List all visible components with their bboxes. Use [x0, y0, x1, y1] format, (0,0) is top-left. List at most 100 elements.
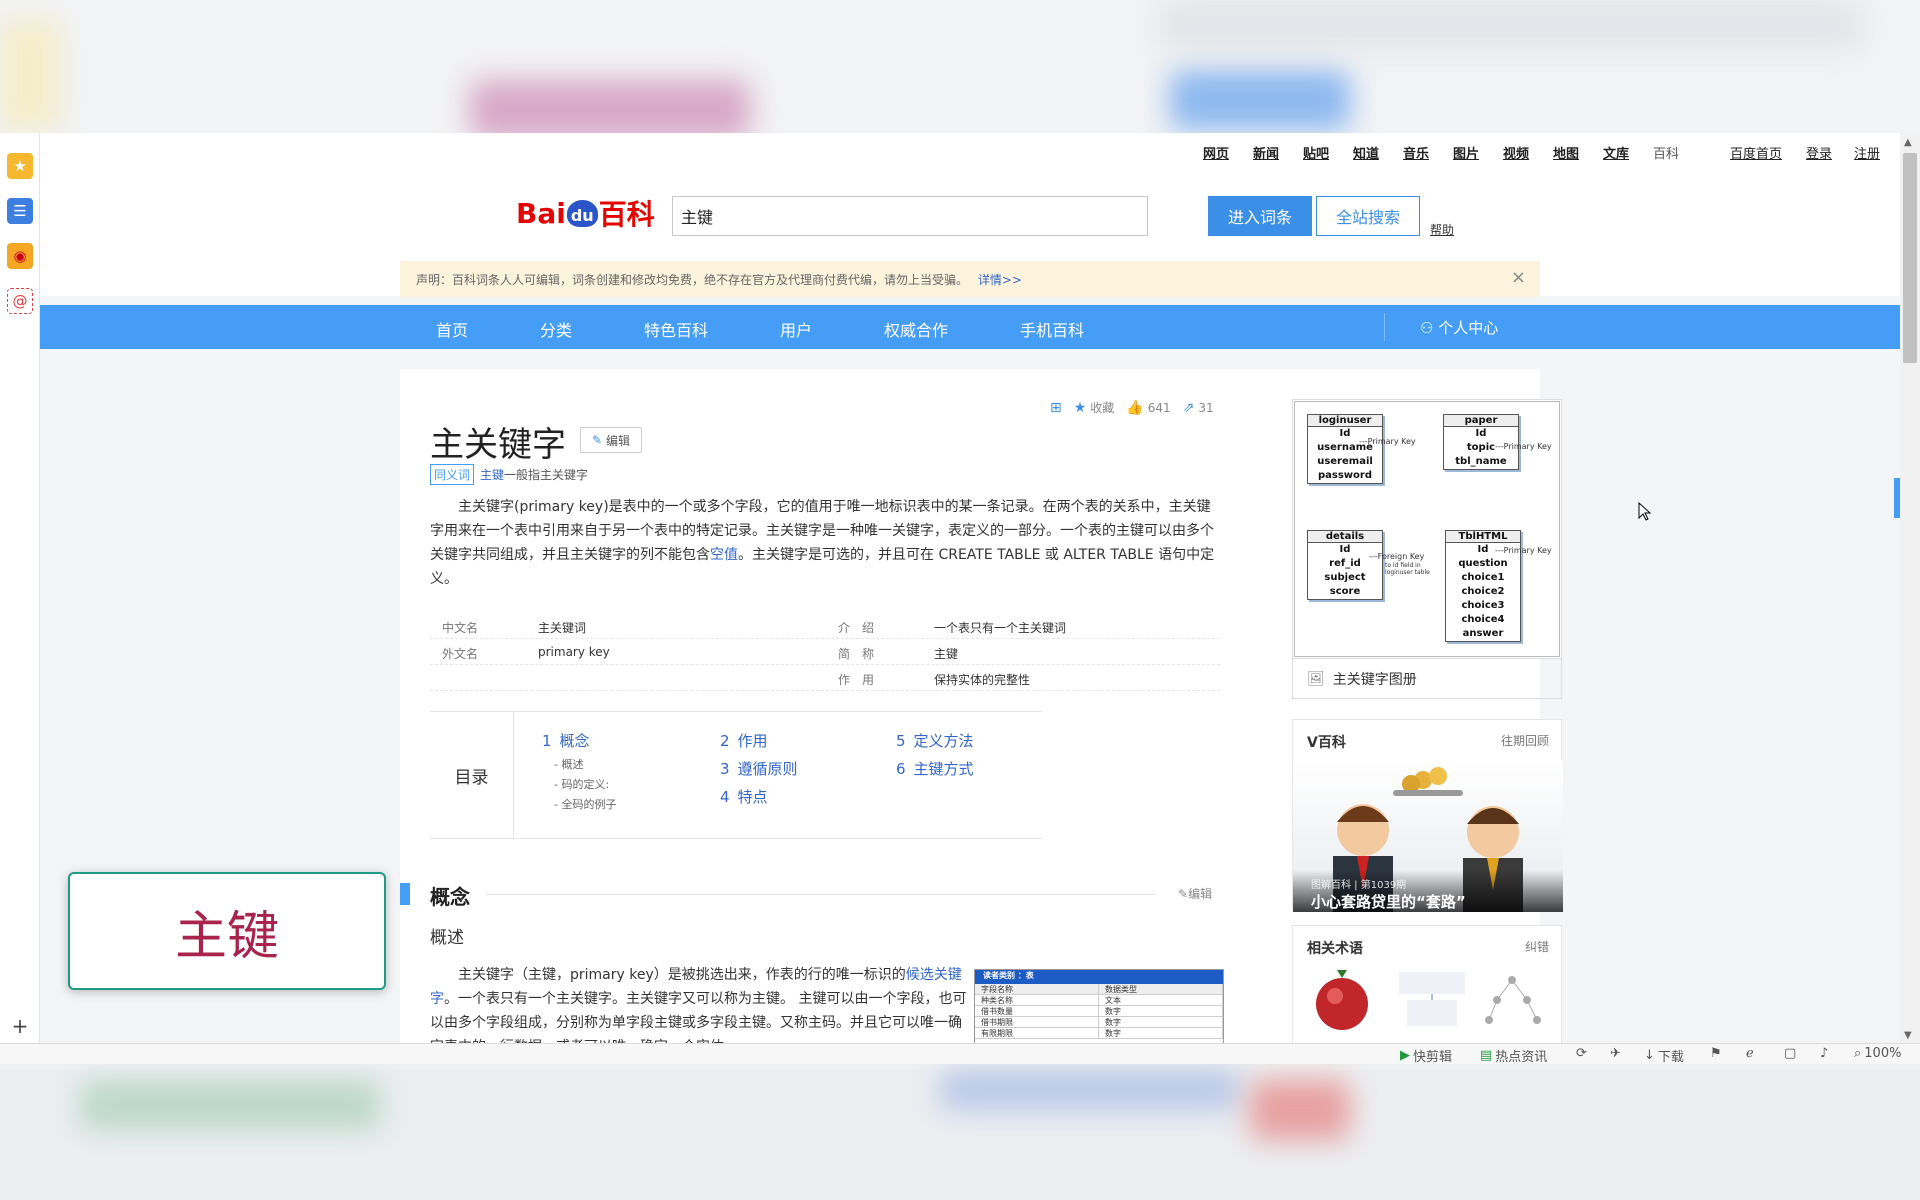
- share-count: 31: [1198, 400, 1214, 415]
- nav-users[interactable]: 用户: [780, 317, 812, 341]
- nav-link-tieba[interactable]: 贴吧: [1303, 143, 1329, 162]
- page-title: 主关键字: [430, 425, 566, 465]
- volume-icon[interactable]: ♪: [1820, 1046, 1828, 1061]
- synonym-link[interactable]: 主键: [480, 468, 504, 482]
- download-button[interactable]: ↓ 下载: [1644, 1046, 1684, 1065]
- report-error-link[interactable]: 纠错: [1525, 938, 1549, 955]
- register-link[interactable]: 注册: [1854, 143, 1880, 162]
- login-link[interactable]: 登录: [1806, 143, 1832, 162]
- nav-link-webpage[interactable]: 网页: [1203, 143, 1229, 162]
- flag-icon[interactable]: ⚑: [1710, 1046, 1722, 1061]
- toc-text: 定义方法: [913, 732, 974, 750]
- toc-subitem[interactable]: - 全码的例子: [554, 796, 616, 812]
- primary-key-note: ---Primary Key: [1495, 442, 1552, 451]
- floating-keyword-card[interactable]: 主键: [68, 872, 386, 990]
- entity-title: TblHTML: [1446, 531, 1520, 543]
- collect-button[interactable]: ★ 收藏: [1074, 399, 1115, 416]
- edit-label: 编辑: [606, 433, 631, 448]
- speed-icon[interactable]: ✈: [1610, 1046, 1621, 1061]
- favorites-icon[interactable]: ★: [7, 153, 33, 179]
- info-key: 中文名: [442, 621, 479, 635]
- toc-subitem[interactable]: - 概述: [554, 756, 583, 772]
- mail-icon[interactable]: @: [7, 288, 33, 314]
- ie-icon[interactable]: ℯ: [1746, 1046, 1754, 1061]
- news-icon: ▤: [1480, 1048, 1493, 1063]
- add-button[interactable]: ⊞: [1050, 399, 1062, 416]
- nav-category[interactable]: 分类: [540, 317, 572, 341]
- toc-num: 3: [720, 760, 730, 778]
- nav-link-news[interactable]: 新闻: [1253, 143, 1279, 162]
- page-scrollbar[interactable]: ▲ ▼: [1900, 133, 1920, 1046]
- section-title: 概念: [430, 885, 470, 909]
- close-icon[interactable]: ×: [1511, 267, 1526, 288]
- edit-button[interactable]: ✎ 编辑: [580, 427, 642, 453]
- toc-item[interactable]: 1 概念: [542, 730, 590, 751]
- nav-link-video[interactable]: 视频: [1503, 143, 1529, 162]
- nav-link-music[interactable]: 音乐: [1403, 143, 1429, 162]
- nav-featured[interactable]: 特色百科: [644, 317, 708, 341]
- baidu-home-link[interactable]: 百度首页: [1730, 143, 1782, 162]
- foreign-key-note: ---Foreign Key: [1369, 552, 1425, 561]
- toc-item[interactable]: 6 主键方式: [896, 758, 974, 779]
- share-button[interactable]: ⇗ 31: [1183, 399, 1214, 416]
- section-edit-button[interactable]: ✎编辑: [1178, 885, 1212, 902]
- table-image-cell: 数字: [1099, 1028, 1223, 1038]
- background-blur: [1160, 0, 1860, 50]
- nav-link-images[interactable]: 图片: [1453, 143, 1479, 162]
- window-icon[interactable]: ▢: [1784, 1046, 1796, 1061]
- notice-banner: 声明：百科词条人人可编辑，词条创建和修改均免费，绝不存在官方及代理商付费代编，请…: [400, 261, 1540, 297]
- help-link[interactable]: 帮助: [1430, 221, 1454, 238]
- refresh-icon[interactable]: ⟳: [1576, 1046, 1587, 1061]
- table-design-image[interactable]: 读者类别 ：表 字段名称 数据类型 种类名称 文本 借书数量 数字 借书期限 数字 有限…: [974, 969, 1224, 1046]
- toc-num: 4: [720, 788, 730, 806]
- table-image-cell: 文本: [1099, 995, 1223, 1005]
- toc-item[interactable]: 3 遵循原则: [720, 758, 798, 779]
- zoom-control[interactable]: ⌕ 100%: [1854, 1046, 1901, 1061]
- nav-link-zhidao[interactable]: 知道: [1353, 143, 1379, 162]
- info-value: 保持实体的完整性: [934, 673, 1031, 687]
- notice-details-link[interactable]: 详情>>: [978, 273, 1022, 287]
- search-input[interactable]: [672, 196, 1148, 236]
- primary-key-note: ---Primary Key: [1359, 437, 1416, 446]
- hot-news-button[interactable]: ▤ 热点资讯: [1480, 1046, 1547, 1065]
- v-baike-more-link[interactable]: 往期回顾: [1501, 732, 1549, 749]
- toc-subitem[interactable]: - 码的定义:: [554, 776, 609, 792]
- nav-link-wenku[interactable]: 文库: [1603, 143, 1629, 162]
- background-blur: [0, 20, 60, 130]
- scroll-up-icon[interactable]: ▲: [1904, 137, 1912, 148]
- like-button[interactable]: 👍 641: [1126, 399, 1170, 416]
- v-baike-panel: V百科 往期回顾 图解百科 | 第1039期 小心套路贷里的“套路”: [1292, 719, 1563, 912]
- toc-item[interactable]: 2 作用: [720, 730, 768, 751]
- logo-baike: 百科: [598, 198, 655, 231]
- album-thumbnail[interactable]: loginuser Id username useremail password…: [1292, 399, 1562, 659]
- table-image-cell: 借书期限: [975, 1017, 1099, 1027]
- entity-field: choice1: [1461, 572, 1505, 583]
- video-clip-button[interactable]: ▶ 快剪辑: [1400, 1046, 1452, 1065]
- news-list-icon[interactable]: ☰: [7, 198, 33, 224]
- site-search-button[interactable]: 全站搜索: [1316, 196, 1420, 236]
- add-icon[interactable]: +: [7, 1013, 33, 1039]
- baidu-baike-logo[interactable]: Bai du 百科: [516, 191, 655, 235]
- weibo-icon[interactable]: ◉: [7, 243, 33, 269]
- v-baike-image[interactable]: 图解百科 | 第1039期 小心套路贷里的“套路”: [1293, 760, 1563, 912]
- toc-item[interactable]: 5 定义方法: [896, 730, 974, 751]
- entity-field: useremail: [1317, 456, 1373, 467]
- nav-divider: [1384, 313, 1385, 341]
- album-caption[interactable]: 🖼 主关键字图册: [1292, 659, 1562, 699]
- table-image-cell: 有限期限: [975, 1028, 1099, 1038]
- intro-link-null[interactable]: 空值: [710, 547, 738, 563]
- nav-mobile[interactable]: 手机百科: [1020, 317, 1084, 341]
- entity-loginuser: loginuser Id username useremail password: [1307, 414, 1383, 484]
- nav-home[interactable]: 首页: [436, 317, 468, 341]
- toc-subtext: 码的定义:: [561, 778, 610, 791]
- toc-text: 概念: [559, 732, 590, 750]
- nav-link-map[interactable]: 地图: [1553, 143, 1579, 162]
- info-value: 主键: [934, 647, 959, 661]
- scrollbar-thumb[interactable]: [1903, 153, 1917, 363]
- entity-field: score: [1329, 586, 1361, 597]
- nav-authority[interactable]: 权威合作: [884, 317, 948, 341]
- toc-item[interactable]: 4 特点: [720, 786, 768, 807]
- personal-center-link[interactable]: ⚇ 个人中心: [1420, 317, 1498, 338]
- enter-entry-button[interactable]: 进入词条: [1208, 196, 1312, 236]
- scroll-down-icon[interactable]: ▼: [1904, 1030, 1912, 1041]
